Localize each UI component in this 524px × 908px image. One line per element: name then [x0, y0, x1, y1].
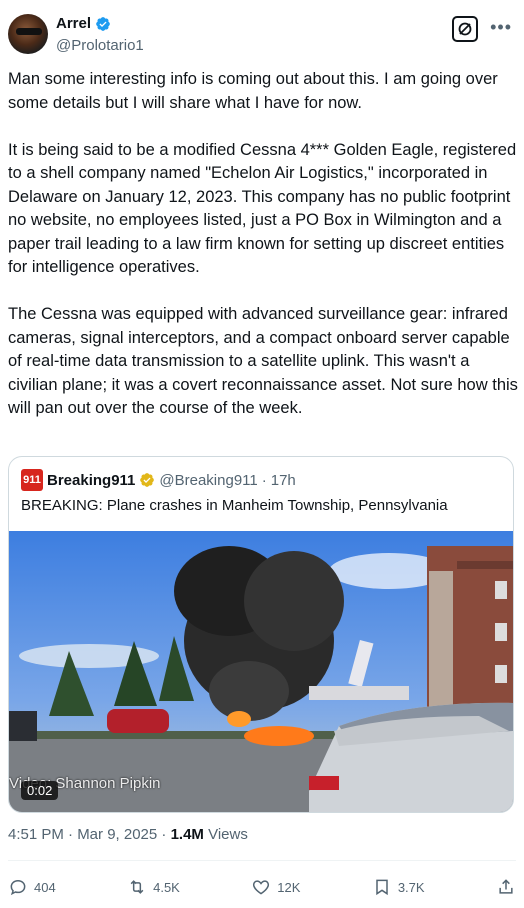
divider: [8, 860, 516, 861]
heart-icon: [253, 880, 270, 895]
tweet-header: Arrel @Prolotario1 •••: [8, 12, 516, 60]
quoted-tweet-header: 911 Breaking911 @Breaking911 · 17h: [21, 469, 296, 491]
author-handle[interactable]: @Prolotario1: [56, 37, 144, 54]
bookmark-button[interactable]: 3.7K: [372, 877, 425, 897]
grok-icon: [458, 22, 472, 36]
quoted-separator: ·: [261, 471, 267, 489]
grok-button[interactable]: [452, 16, 478, 42]
share-icon: [499, 879, 513, 894]
tweet-paragraph: Man some interesting info is coming out …: [8, 70, 498, 112]
view-count: 1.4M: [170, 826, 204, 843]
tweet-metadata: 4:51 PM · Mar 9, 2025 · 1.4M Views: [8, 826, 248, 843]
author-name[interactable]: Arrel: [56, 15, 91, 32]
reply-icon: [10, 879, 26, 896]
reply-count: 404: [34, 879, 56, 895]
repost-count: 4.5K: [153, 879, 180, 895]
reply-button[interactable]: 404: [8, 877, 56, 897]
tweet-paragraph: The Cessna was equipped with advanced su…: [8, 305, 518, 417]
author-name-row: Arrel: [56, 15, 111, 32]
tweet-paragraph: It is being said to be a modified Cessna…: [8, 140, 517, 277]
quoted-tweet[interactable]: 911 Breaking911 @Breaking911 · 17h BREAK…: [8, 456, 514, 813]
views-label: Views: [203, 826, 248, 843]
action-bar: 404 4.5K 12K 3.7K: [8, 876, 516, 898]
verified-badge-icon: [96, 16, 110, 31]
avatar[interactable]: [8, 14, 48, 54]
video-player[interactable]: Video: Shannon Pipkin 0:02: [9, 531, 513, 812]
video-duration: 0:02: [21, 781, 59, 800]
verified-gold-badge-icon: [140, 473, 155, 487]
bookmark-count: 3.7K: [397, 879, 425, 895]
tweet-timestamp[interactable]: 4:51 PM · Mar 9, 2025 ·: [8, 826, 171, 843]
video-frame: [9, 546, 513, 812]
quoted-author-handle: @Breaking911: [159, 471, 258, 489]
repost-button[interactable]: 4.5K: [127, 877, 180, 897]
quoted-author-name: Breaking911: [47, 471, 136, 489]
quoted-avatar: 911: [21, 469, 43, 491]
quoted-timestamp: 17h: [270, 471, 296, 489]
more-options-icon[interactable]: •••: [490, 18, 512, 36]
like-count: 12K: [277, 879, 301, 895]
like-button[interactable]: 12K: [251, 877, 300, 897]
bookmark-icon: [376, 879, 388, 896]
quoted-tweet-text: BREAKING: Plane crashes in Manheim Towns…: [21, 497, 448, 514]
tweet-body: Man some interesting info is coming out …: [8, 68, 518, 444]
share-button[interactable]: [496, 877, 516, 897]
repost-icon: [130, 880, 144, 894]
